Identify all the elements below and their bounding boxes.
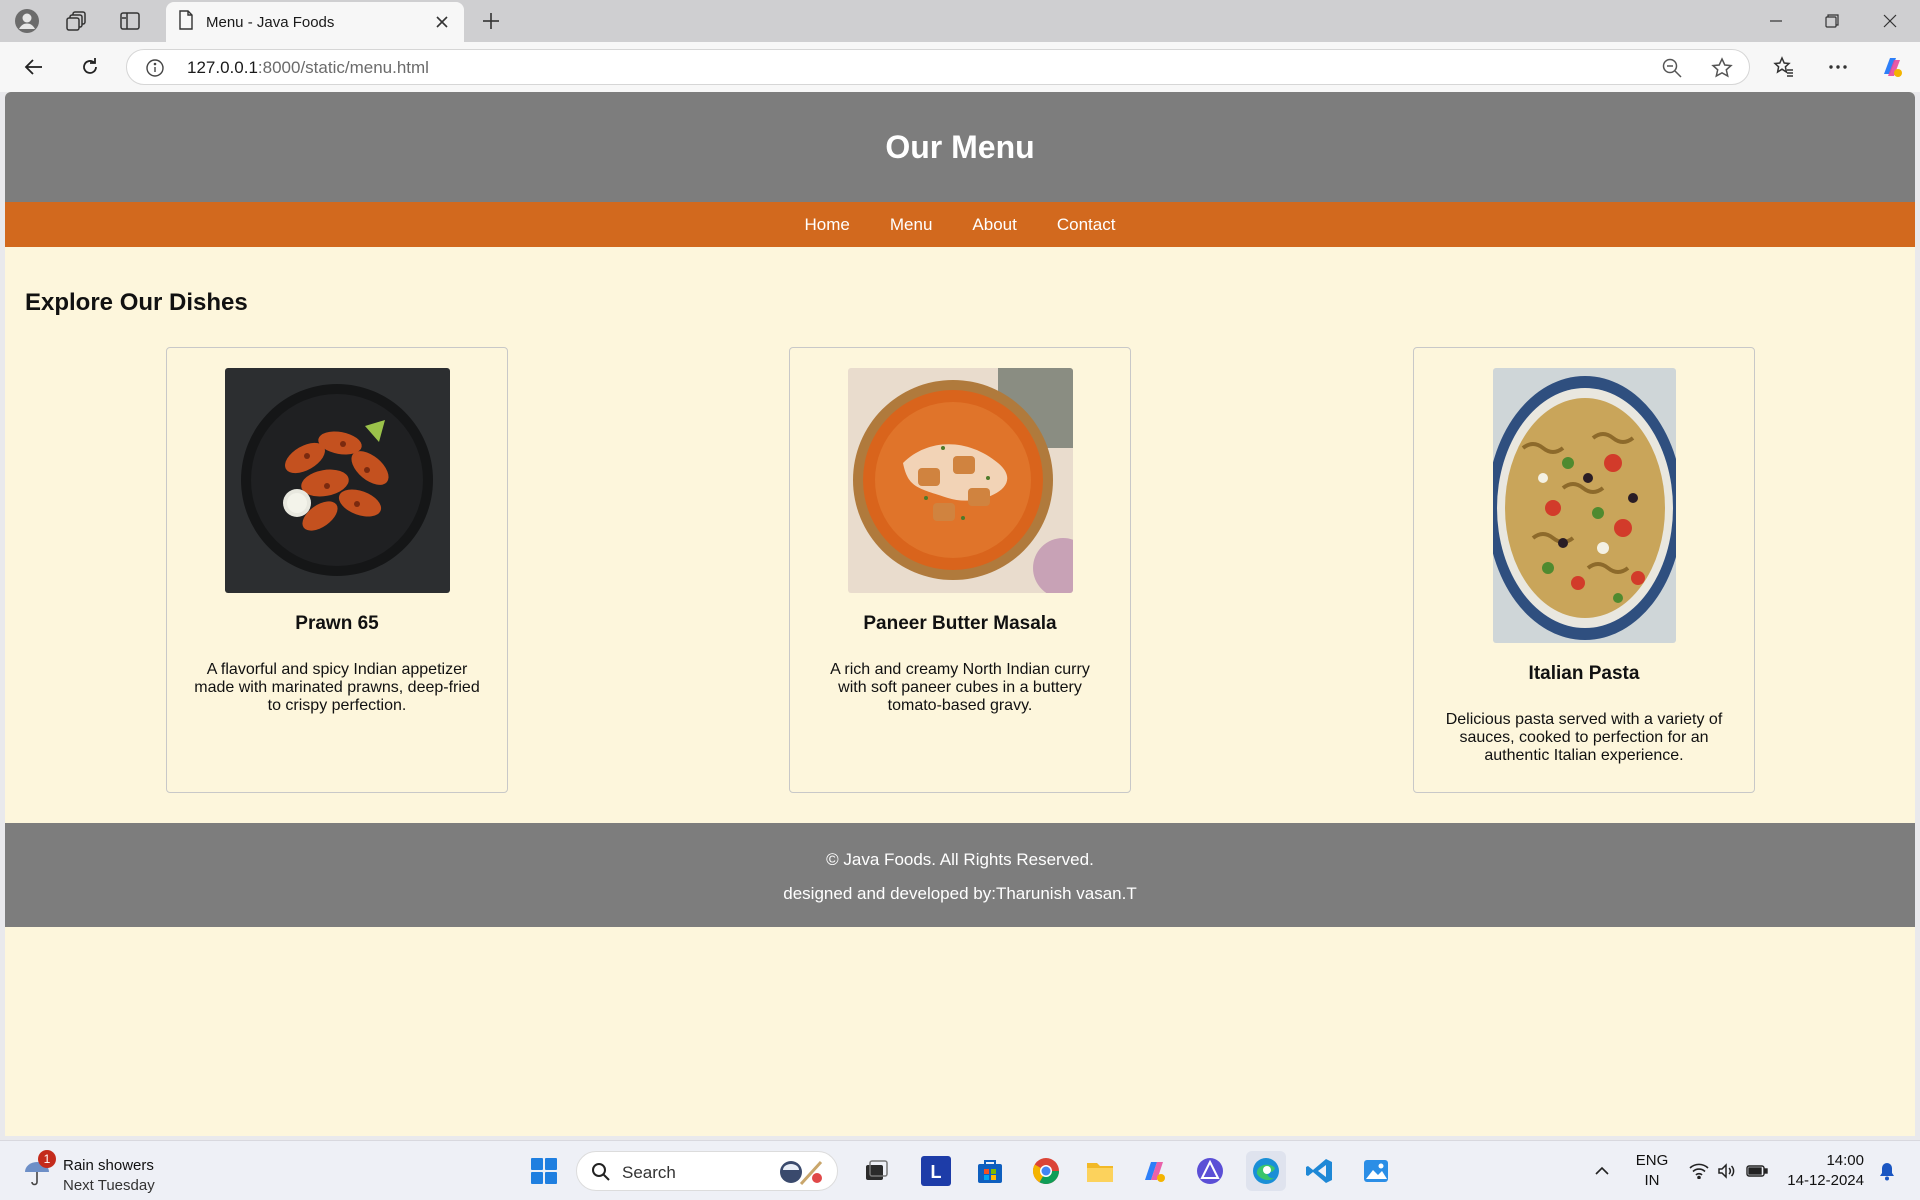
pasta-salad-photo — [1492, 368, 1676, 643]
battery-icon[interactable] — [1742, 1151, 1772, 1191]
vscode-icon[interactable] — [1300, 1151, 1340, 1191]
weather-alert-badge: 1 — [38, 1150, 56, 1168]
store-icon[interactable] — [970, 1151, 1010, 1191]
clock-date: 14-12-2024 — [1787, 1172, 1864, 1189]
footer-credit: designed and developed by:Tharunish vasa… — [783, 884, 1137, 903]
page-title: Our Menu — [885, 128, 1035, 165]
notification-bell-icon[interactable] — [1872, 1151, 1902, 1191]
site-info-icon[interactable] — [145, 58, 165, 78]
dish-card-prawn: Prawn 65 A flavorful and spicy Indian ap… — [166, 347, 508, 793]
url-text: 127.0.0.1:8000/static/menu.html — [187, 58, 429, 78]
nav-home-link[interactable]: Home — [805, 215, 850, 235]
browser-tab-bar: Menu - Java Foods — [0, 0, 1920, 42]
url-host: 127.0.0.1 — [187, 58, 258, 77]
language-indicator[interactable]: ENG IN — [1632, 1151, 1672, 1191]
taskbar-clock[interactable]: 14:00 14-12-2024 — [1780, 1151, 1864, 1191]
tab-title: Menu - Java Foods — [206, 13, 335, 31]
copilot-app-icon[interactable] — [1134, 1151, 1174, 1191]
dish-name: Italian Pasta — [1528, 663, 1640, 684]
prawn-dish-photo — [224, 368, 450, 593]
l-app-icon[interactable]: L — [916, 1151, 956, 1191]
dish-description: A rich and creamy North Indian curry wit… — [830, 661, 1090, 714]
close-tab-icon[interactable] — [432, 12, 452, 32]
section-title: Explore Our Dishes — [25, 289, 248, 316]
dish-name: Paneer Butter Masala — [863, 613, 1057, 634]
url-bar[interactable]: 127.0.0.1:8000/static/menu.html — [126, 49, 1750, 85]
dish-description: A flavorful and spicy Indian appetizer m… — [194, 661, 480, 714]
weather-subtitle: Next Tuesday — [63, 1177, 155, 1194]
active-tab[interactable]: Menu - Java Foods — [166, 2, 464, 42]
more-menu-icon[interactable] — [1820, 51, 1856, 83]
show-hidden-icons-chevron-icon[interactable] — [1590, 1151, 1614, 1191]
volume-icon[interactable] — [1712, 1151, 1742, 1191]
favorites-icon[interactable] — [1766, 51, 1802, 83]
wifi-icon[interactable] — [1684, 1151, 1714, 1191]
site-header: Our Menu — [5, 92, 1915, 202]
copilot-icon[interactable] — [1874, 51, 1910, 83]
taskbar-search[interactable]: Search — [576, 1151, 838, 1191]
dish-name: Prawn 65 — [295, 613, 379, 634]
weather-title: Rain showers — [63, 1157, 154, 1174]
page-viewport: Our Menu Home Menu About Contact Explore… — [5, 92, 1915, 1136]
dish-description: Delicious pasta served with a variety of… — [1445, 711, 1723, 764]
url-path: :8000/static/menu.html — [257, 58, 429, 77]
search-placeholder: Search — [622, 1163, 676, 1182]
site-nav: Home Menu About Contact — [5, 202, 1915, 247]
site-footer: © Java Foods. All Rights Reserved. desig… — [5, 823, 1915, 927]
paneer-curry-photo — [847, 368, 1073, 593]
clock-time: 14:00 — [1826, 1152, 1864, 1169]
vertical-tabs-icon[interactable] — [112, 7, 148, 35]
search-icon — [591, 1162, 611, 1182]
address-bar-row: 127.0.0.1:8000/static/menu.html — [0, 42, 1920, 92]
svg-text:L: L — [931, 1162, 942, 1182]
new-tab-icon[interactable] — [474, 7, 508, 35]
nav-contact-link[interactable]: Contact — [1057, 215, 1116, 235]
footer-copyright: © Java Foods. All Rights Reserved. — [826, 850, 1094, 869]
zoom-out-icon[interactable] — [1661, 57, 1683, 79]
windows-start-icon[interactable] — [524, 1151, 564, 1191]
app-icon-triangle[interactable] — [1190, 1151, 1230, 1191]
taskbar: 1 Rain showers Next Tuesday Search L ENG… — [0, 1140, 1920, 1200]
dish-card-pasta: Italian Pasta Delicious pasta served wit… — [1413, 347, 1755, 793]
profile-icon[interactable] — [9, 7, 45, 35]
search-highlight-icon — [773, 1156, 827, 1188]
nav-about-link[interactable]: About — [972, 215, 1016, 235]
nav-menu-link[interactable]: Menu — [890, 215, 933, 235]
favorite-star-icon[interactable] — [1711, 57, 1733, 79]
restore-icon[interactable] — [1804, 0, 1860, 42]
workspaces-icon[interactable] — [59, 7, 95, 35]
language-code: ENG — [1635, 1152, 1669, 1169]
weather-widget[interactable]: 1 Rain showers Next Tuesday — [22, 1149, 182, 1194]
photos-icon[interactable] — [1356, 1151, 1396, 1191]
task-view-icon[interactable] — [856, 1151, 896, 1191]
page-icon — [178, 9, 194, 35]
region-code: IN — [1644, 1172, 1660, 1189]
back-arrow-icon[interactable] — [16, 51, 52, 83]
dish-card-paneer: Paneer Butter Masala A rich and creamy N… — [789, 347, 1131, 793]
close-window-icon[interactable] — [1862, 0, 1918, 42]
reload-icon[interactable] — [72, 51, 108, 83]
chrome-icon[interactable] — [1026, 1151, 1066, 1191]
edge-icon[interactable] — [1246, 1151, 1286, 1191]
file-explorer-icon[interactable] — [1080, 1151, 1120, 1191]
minimize-icon[interactable] — [1748, 0, 1804, 42]
